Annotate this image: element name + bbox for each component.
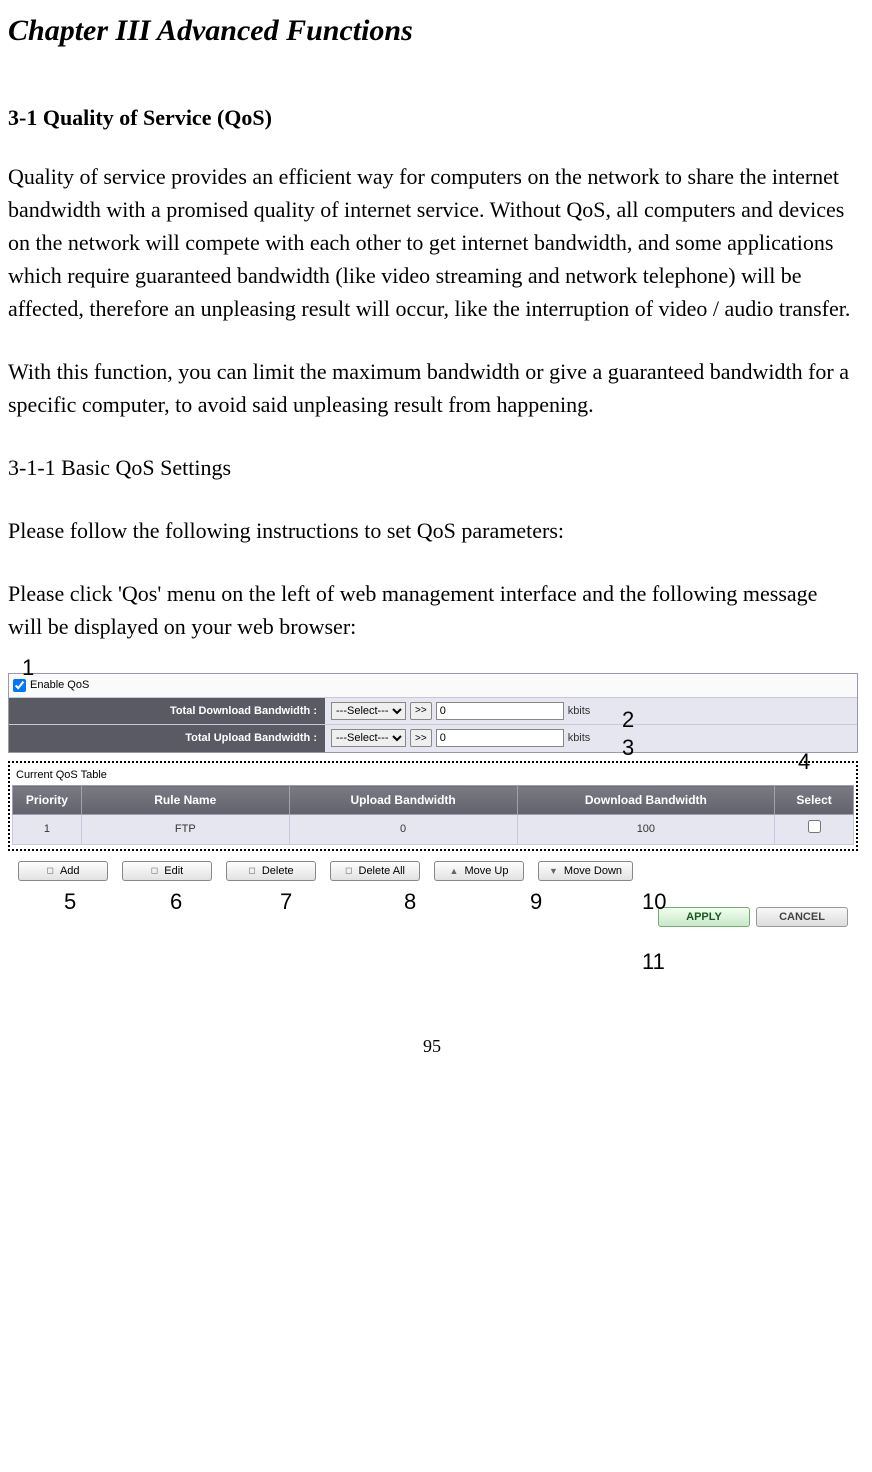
cell-rule-name: FTP	[81, 815, 289, 845]
header-priority: Priority	[13, 786, 82, 815]
download-bandwidth-label: Total Download Bandwidth :	[9, 698, 325, 725]
delete-all-button-label: Delete All	[359, 865, 405, 877]
upload-bandwidth-input[interactable]	[436, 729, 564, 747]
download-preset-select[interactable]: ---Select---	[331, 702, 406, 720]
move-up-button[interactable]: ▲ Move Up	[434, 861, 524, 881]
qos-table: Priority Rule Name Upload Bandwidth Down…	[12, 785, 854, 845]
upload-preset-select[interactable]: ---Select---	[331, 729, 406, 747]
cell-download: 100	[517, 815, 775, 845]
edit-button[interactable]: ◻ Edit	[122, 861, 212, 881]
download-bandwidth-input[interactable]	[436, 702, 564, 720]
qos-panel: Enable QoS Total Download Bandwidth : --…	[8, 673, 858, 933]
callout-3: 3	[622, 731, 634, 764]
move-down-button[interactable]: ▼ Move Down	[538, 861, 633, 881]
apply-cancel-row: APPLY CANCEL	[8, 885, 858, 933]
paragraph-2: With this function, you can limit the ma…	[8, 355, 856, 421]
callout-9: 9	[530, 885, 542, 918]
cell-upload: 0	[289, 815, 517, 845]
enable-qos-label: Enable QoS	[30, 677, 89, 694]
header-download: Download Bandwidth	[517, 786, 775, 815]
header-rule-name: Rule Name	[81, 786, 289, 815]
qos-screenshot: 1 2 3 4 5 6 7 8 9 10 11 Enable QoS Total…	[8, 673, 856, 933]
table-header-row: Priority Rule Name Upload Bandwidth Down…	[13, 786, 854, 815]
callout-4: 4	[798, 745, 810, 778]
add-button-label: Add	[60, 865, 80, 877]
callout-5: 5	[64, 885, 76, 918]
callout-1: 1	[22, 651, 34, 684]
move-up-button-label: Move Up	[464, 865, 508, 877]
qos-table-title: Current QoS Table	[12, 765, 854, 786]
subsection-title: 3-1-1 Basic QoS Settings	[8, 451, 856, 484]
delete-button-label: Delete	[262, 865, 294, 877]
callout-7: 7	[280, 885, 292, 918]
cancel-button[interactable]: CANCEL	[756, 907, 848, 927]
delete-button[interactable]: ◻ Delete	[226, 861, 316, 881]
download-bandwidth-controls: ---Select--- >> kbits	[325, 698, 857, 724]
callout-6: 6	[170, 885, 182, 918]
header-select: Select	[775, 786, 854, 815]
qos-top-area: Enable QoS Total Download Bandwidth : --…	[8, 673, 858, 753]
row-select-checkbox[interactable]	[808, 820, 821, 833]
upload-apply-preset-button[interactable]: >>	[410, 729, 432, 747]
add-button[interactable]: ◻ Add	[18, 861, 108, 881]
paragraph-4: Please click 'Qos' menu on the left of w…	[8, 577, 856, 643]
paragraph-1: Quality of service provides an efficient…	[8, 160, 856, 325]
section-title: 3-1 Quality of Service (QoS)	[8, 101, 856, 134]
delete-all-button[interactable]: ◻ Delete All	[330, 861, 420, 881]
download-unit-label: kbits	[568, 703, 591, 720]
chapter-title: Chapter III Advanced Functions	[8, 8, 856, 53]
edit-button-label: Edit	[164, 865, 183, 877]
plus-icon: ◻	[46, 865, 53, 876]
callout-10: 10	[642, 885, 666, 918]
upload-bandwidth-controls: ---Select--- >> kbits	[325, 725, 857, 751]
qos-table-container: Current QoS Table Priority Rule Name Upl…	[8, 761, 858, 851]
upload-bandwidth-row: Total Upload Bandwidth : ---Select--- >>…	[9, 725, 857, 752]
paragraph-3: Please follow the following instructions…	[8, 514, 856, 547]
download-bandwidth-row: Total Download Bandwidth : ---Select--- …	[9, 698, 857, 726]
cell-priority: 1	[13, 815, 82, 845]
callout-11: 11	[642, 945, 665, 978]
arrow-up-icon: ▲	[450, 866, 459, 876]
cell-select	[775, 815, 854, 845]
move-down-button-label: Move Down	[564, 865, 622, 877]
page-number: 95	[8, 1033, 856, 1060]
arrow-down-icon: ▼	[549, 866, 558, 876]
upload-bandwidth-label: Total Upload Bandwidth :	[9, 725, 325, 752]
delete-all-icon: ◻	[345, 865, 352, 876]
callout-8: 8	[404, 885, 416, 918]
enable-qos-row: Enable QoS	[9, 674, 857, 698]
apply-button[interactable]: APPLY	[658, 907, 750, 927]
edit-icon: ◻	[151, 865, 158, 876]
delete-icon: ◻	[248, 865, 255, 876]
download-apply-preset-button[interactable]: >>	[410, 702, 432, 720]
table-row: 1 FTP 0 100	[13, 815, 854, 845]
upload-unit-label: kbits	[568, 730, 591, 747]
qos-button-row: ◻Add ◻Edit ◻Delete ◻Delete All ▲Move Up …	[8, 851, 858, 885]
header-upload: Upload Bandwidth	[289, 786, 517, 815]
